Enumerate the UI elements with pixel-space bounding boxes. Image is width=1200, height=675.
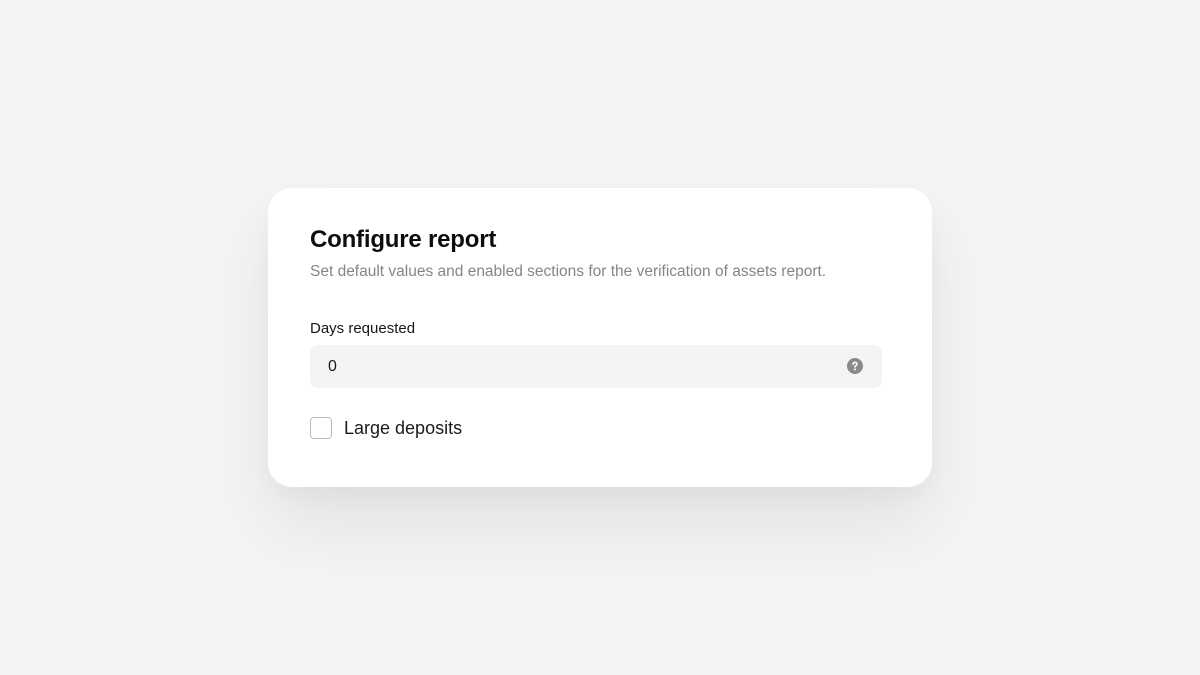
- help-circle-icon[interactable]: [847, 358, 863, 374]
- large-deposits-label[interactable]: Large deposits: [344, 417, 462, 439]
- card-subtitle: Set default values and enabled sections …: [310, 263, 827, 280]
- card-title: Configure report: [310, 226, 497, 253]
- large-deposits-checkbox[interactable]: [310, 417, 332, 439]
- days-requested-label: Days requested: [310, 320, 416, 337]
- configure-report-card: Configure report Set default values and …: [268, 188, 932, 487]
- large-deposits-row[interactable]: Large deposits: [310, 417, 882, 439]
- days-requested-field: [310, 345, 882, 388]
- days-requested-input[interactable]: [310, 345, 882, 388]
